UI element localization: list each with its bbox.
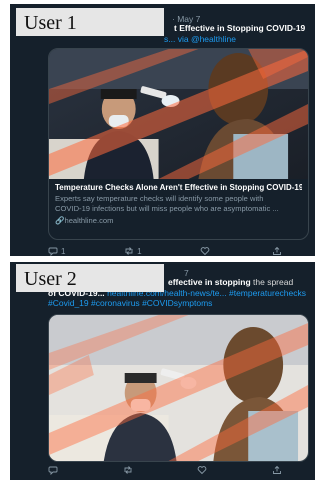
share-button[interactable] xyxy=(272,246,285,256)
tweet-panel-user2: User 2 7 effective in stopping the sprea… xyxy=(10,262,315,480)
tweet-actions xyxy=(48,465,285,475)
tweet-hashtags: #Covid_19 #coronavirus #COVIDsymptoms xyxy=(48,298,212,309)
retweet-button[interactable]: 1 xyxy=(124,246,142,256)
retweet-icon xyxy=(124,466,132,474)
share-icon xyxy=(273,246,281,255)
share-icon xyxy=(273,465,281,474)
user-label: User 2 xyxy=(16,264,164,292)
tweet-link-line[interactable]: s... via @healthline xyxy=(164,34,236,45)
card-domain: 🔗healthline.com xyxy=(55,216,114,225)
share-button[interactable] xyxy=(272,465,285,475)
like-button[interactable] xyxy=(200,246,213,256)
hashtag-link[interactable]: #Covid_19 xyxy=(48,298,89,308)
tweet-text: t Effective in Stopping COVID-19 xyxy=(174,23,306,33)
retweet-button[interactable] xyxy=(123,465,136,475)
via-handle-link[interactable]: @healthline xyxy=(191,34,236,44)
reply-icon xyxy=(48,247,58,256)
like-icon xyxy=(200,247,210,256)
user-label: User 1 xyxy=(16,8,164,36)
link-card[interactable] xyxy=(48,314,309,462)
card-photo xyxy=(49,315,308,461)
hashtag-link[interactable]: #COVIDsymptoms xyxy=(142,298,212,308)
hashtag-link[interactable]: #coronavirus xyxy=(91,298,140,308)
reply-button[interactable]: 1 xyxy=(48,246,65,256)
tweet-panel-user1: User 1 · May 7 t Effective in Stopping C… xyxy=(10,4,315,256)
link-card[interactable]: Temperature Checks Alone Aren't Effectiv… xyxy=(48,48,309,240)
card-info: Temperature Checks Alone Aren't Effectiv… xyxy=(49,179,308,239)
reply-icon xyxy=(48,466,58,475)
retweet-icon xyxy=(125,247,133,255)
card-title: Temperature Checks Alone Aren't Effectiv… xyxy=(55,183,302,192)
card-photo xyxy=(49,49,308,179)
card-description-1: Experts say temperature checks will iden… xyxy=(55,194,264,203)
tweet-actions: 1 1 xyxy=(48,246,285,256)
like-button[interactable] xyxy=(197,465,210,475)
reply-button[interactable] xyxy=(48,465,61,475)
tweet-text: effective in stopping the spread xyxy=(168,277,294,287)
like-icon xyxy=(197,466,207,475)
hashtag-link[interactable]: #temperaturechecks xyxy=(229,288,306,298)
card-description-2: COVID-19 infections but will miss people… xyxy=(55,204,279,213)
